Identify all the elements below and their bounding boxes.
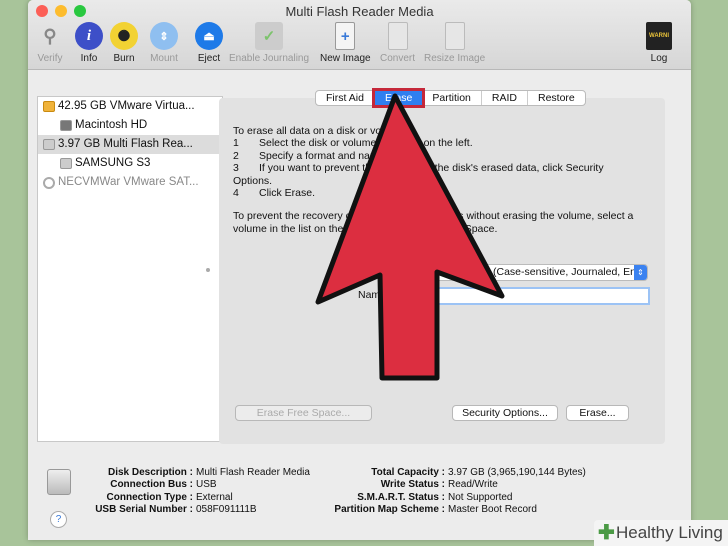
- arrow-shape: [315, 93, 505, 381]
- red-arrow-annotation: [315, 93, 505, 381]
